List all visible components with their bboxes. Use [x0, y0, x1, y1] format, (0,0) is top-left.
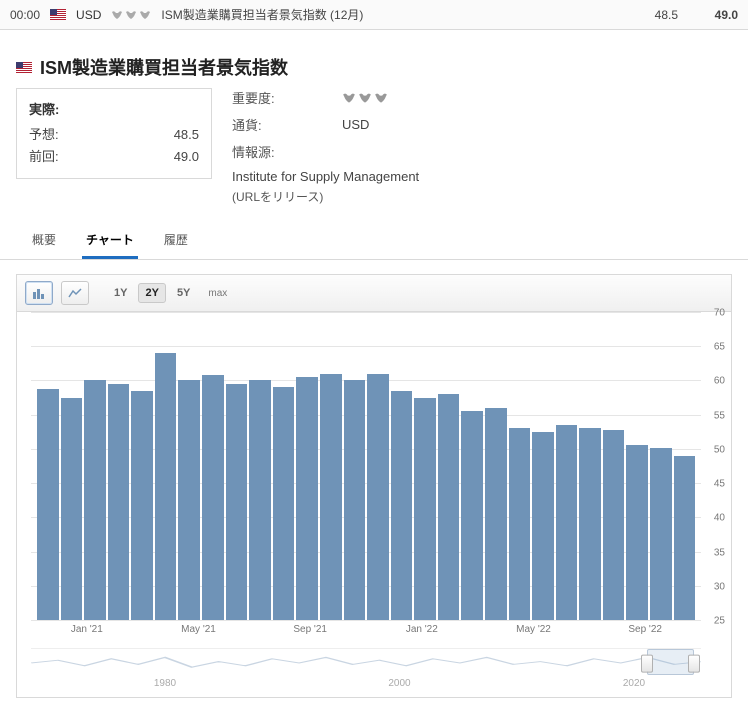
x-axis: Jan '21 May '21 Sep '21 Jan '22 May '22 Sep '… [31, 620, 701, 642]
bar[interactable] [84, 380, 106, 620]
event-time: 00:00 [10, 8, 40, 22]
release-url-link[interactable]: (URLをリリース) [232, 188, 732, 205]
tab-history[interactable]: 履歴 [160, 225, 192, 259]
forecast-value: 48.5 [139, 124, 199, 146]
bar[interactable] [603, 430, 625, 620]
bar[interactable] [626, 445, 648, 620]
bar[interactable] [650, 448, 672, 620]
y-tick-label: 65 [714, 342, 725, 353]
y-tick-label: 55 [714, 410, 725, 421]
bar[interactable] [414, 398, 436, 620]
bar[interactable] [485, 408, 507, 620]
ticker-previous: 49.0 [688, 8, 738, 22]
page-heading: ISM製造業購買担当者景気指数 [0, 30, 748, 88]
bar[interactable] [367, 374, 389, 620]
tab-overview[interactable]: 概要 [28, 225, 60, 259]
chart-toolbar: 1Y 2Y 5Y max [17, 275, 731, 312]
y-tick-label: 45 [714, 479, 725, 490]
bar[interactable] [509, 428, 531, 620]
tab-chart[interactable]: チャート [82, 225, 138, 259]
ticker-title[interactable]: ISM製造業購買担当者景気指数 (12月) [161, 6, 363, 23]
y-tick-label: 40 [714, 513, 725, 524]
line-chart-icon[interactable] [61, 281, 89, 305]
event-ticker-row: 00:00 USD ISM製造業購買担当者景気指数 (12月) 48.5 49.… [0, 0, 748, 30]
x-tick-label: May '21 [181, 624, 216, 635]
ticker-currency: USD [76, 8, 101, 22]
bar[interactable] [579, 428, 601, 620]
bar[interactable] [532, 432, 554, 620]
tabs: 概要 チャート 履歴 [0, 215, 748, 260]
x-tick-label: Jan '22 [406, 624, 438, 635]
bar[interactable] [37, 389, 59, 620]
importance-bulls-icon [111, 10, 151, 20]
bar[interactable] [320, 374, 342, 620]
bar[interactable] [131, 391, 153, 620]
range-5y[interactable]: 5Y [170, 283, 197, 303]
range-group: 1Y 2Y 5Y max [107, 283, 234, 303]
chart-panel: 1Y 2Y 5Y max 25 30 35 40 45 50 55 60 65 70 Jan '2… [16, 274, 732, 698]
currency-value: USD [342, 117, 369, 132]
bar[interactable] [438, 394, 460, 620]
bar[interactable] [178, 380, 200, 620]
range-max[interactable]: max [201, 284, 234, 303]
y-tick-label: 70 [714, 308, 725, 319]
meta-card: 重要度: 通貨: USD 情報源: Institute for Supply M… [232, 88, 732, 205]
currency-label: 通貨: [232, 115, 342, 134]
bar-chart-icon[interactable] [25, 281, 53, 305]
bar[interactable] [155, 353, 177, 620]
forecast-label: 予想: [29, 124, 59, 146]
navigator-selection[interactable] [647, 649, 694, 675]
bar[interactable] [344, 380, 366, 620]
previous-label: 前回: [29, 146, 59, 168]
bar[interactable] [674, 456, 696, 620]
flag-us-icon [50, 9, 66, 20]
bar[interactable] [461, 411, 483, 620]
y-tick-label: 30 [714, 581, 725, 592]
importance-label: 重要度: [232, 88, 342, 107]
page-title: ISM製造業購買担当者景気指数 [40, 54, 288, 80]
bar[interactable] [226, 384, 248, 620]
bar[interactable] [108, 384, 130, 620]
x-tick-label: Jan '21 [71, 624, 103, 635]
range-1y[interactable]: 1Y [107, 283, 134, 303]
ticker-forecast: 48.5 [628, 8, 678, 22]
source-name: Institute for Supply Management [232, 169, 732, 184]
chart-plot[interactable]: 25303540455055606570 [17, 312, 731, 620]
flag-us-icon [16, 62, 32, 73]
x-tick-label: Sep '22 [628, 624, 662, 635]
bar[interactable] [202, 375, 224, 620]
source-label: 情報源: [232, 142, 342, 161]
summary-card: 実際: 予想: 48.5 前回: 49.0 [16, 88, 212, 179]
navigator-handle-left[interactable] [641, 655, 653, 673]
info-cards: 実際: 予想: 48.5 前回: 49.0 重要度: 通貨: USD 情報源: … [0, 88, 748, 215]
navigator-tick: 2020 [623, 678, 645, 689]
actual-label: 実際: [29, 99, 199, 118]
bar[interactable] [61, 398, 83, 620]
y-tick-label: 35 [714, 547, 725, 558]
bar[interactable] [273, 387, 295, 620]
navigator-tick: 2000 [388, 678, 410, 689]
y-tick-label: 50 [714, 444, 725, 455]
importance-bulls-icon [342, 92, 388, 104]
chart-navigator[interactable]: 1980 2000 2020 [31, 648, 701, 689]
y-tick-label: 25 [714, 616, 725, 627]
bar[interactable] [391, 391, 413, 620]
bar[interactable] [556, 425, 578, 620]
navigator-tick: 1980 [154, 678, 176, 689]
x-tick-label: May '22 [516, 624, 551, 635]
bar[interactable] [296, 377, 318, 620]
y-tick-label: 60 [714, 376, 725, 387]
previous-value: 49.0 [139, 146, 199, 168]
range-2y[interactable]: 2Y [138, 283, 165, 303]
x-tick-label: Sep '21 [293, 624, 327, 635]
bar[interactable] [249, 380, 271, 620]
navigator-handle-right[interactable] [688, 655, 700, 673]
